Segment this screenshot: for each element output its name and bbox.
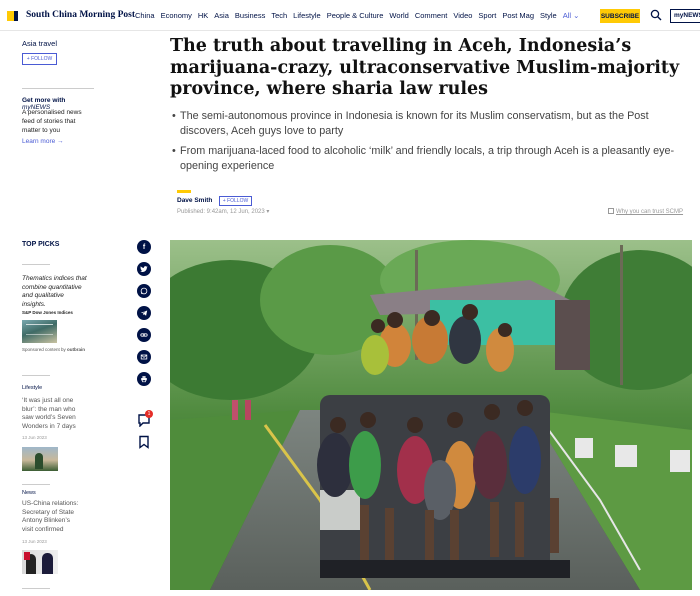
bookmark-icon[interactable] [137, 435, 151, 449]
facebook-icon[interactable]: f [137, 240, 151, 254]
nav-item[interactable]: World [389, 11, 408, 20]
author-follow-button[interactable]: + FOLLOW [219, 196, 252, 206]
sponsored-story-source: S&P Dow Jones Indices [22, 310, 73, 315]
story-title[interactable]: ‘It was just all one blur’: the man who … [22, 397, 82, 431]
site-logo[interactable]: South China Morning Post [26, 10, 135, 20]
whatsapp-icon[interactable] [137, 284, 151, 298]
email-icon[interactable] [137, 350, 151, 364]
top-picks-heading: TOP PICKS [22, 241, 60, 248]
nav-item[interactable]: China [135, 11, 155, 20]
nav-item[interactable]: HK [198, 11, 208, 20]
nav-all-menu[interactable]: All ⌄ [563, 11, 580, 20]
sponsored-story-title[interactable]: Thematics indices that combine quantitat… [22, 275, 88, 309]
story-date: 13 Jun 2023 [22, 539, 47, 544]
nav-item[interactable]: Asia [214, 11, 229, 20]
story-date: 13 Jun 2023 [22, 435, 47, 440]
sponsored-story-thumbnail[interactable] [22, 320, 57, 343]
article-summary: The semi-autonomous province in Indonesi… [172, 109, 697, 179]
summary-bullet: The semi-autonomous province in Indonesi… [172, 109, 697, 138]
nav-item[interactable]: Business [235, 11, 265, 20]
nav-item[interactable]: Comment [415, 11, 448, 20]
chevron-down-icon[interactable]: ▾ [266, 209, 269, 215]
summary-bullet: From marijuana-laced food to alcoholic ‘… [172, 144, 697, 173]
story-title[interactable]: US-China relations: Secretary of State A… [22, 500, 82, 534]
divider [22, 375, 50, 376]
comment-count-badge: 1 [145, 410, 153, 418]
article-headline: The truth about travelling in Aceh, Indo… [170, 36, 680, 99]
nav-item[interactable]: Tech [271, 11, 287, 20]
top-navigation: South China Morning Post China Economy HK A… [0, 0, 700, 31]
section-nav: China Economy HK Asia Business Tech Lifestyle P… [135, 11, 579, 20]
chevron-down-icon: ⌄ [571, 11, 580, 20]
telegram-icon[interactable] [137, 306, 151, 320]
sponsored-by: Sponsored content by outbrain [22, 347, 94, 352]
scmp-logo-icon[interactable] [7, 11, 18, 21]
nav-item[interactable]: Economy [161, 11, 192, 20]
mynews-promo-desc: A personalised news feed of stories that… [22, 109, 82, 134]
divider [22, 88, 94, 89]
published-text: Published: 9:42am, 12 Jun, 2023 [177, 209, 265, 215]
divider [22, 264, 50, 265]
nav-item[interactable]: Sport [478, 11, 496, 20]
divider [22, 588, 50, 589]
story-thumbnail[interactable] [22, 447, 58, 471]
section-label[interactable]: Asia travel [22, 39, 94, 48]
nav-all-label: All [562, 11, 572, 20]
search-icon[interactable] [650, 9, 662, 21]
story-category[interactable]: Lifestyle [22, 385, 94, 391]
nav-item[interactable]: Style [540, 11, 557, 20]
info-icon [608, 208, 614, 214]
nav-item[interactable]: Video [453, 11, 472, 20]
author-name[interactable]: Dave Smith [177, 197, 212, 204]
section-follow-button[interactable]: + FOLLOW [22, 53, 57, 65]
link-icon[interactable] [137, 328, 151, 342]
sponsored-label: Sponsored content by [22, 347, 66, 352]
promo-prefix: Get more with [22, 97, 66, 104]
story-thumbnail[interactable] [22, 550, 58, 574]
divider [22, 484, 50, 485]
nav-item[interactable]: Lifestyle [293, 11, 321, 20]
story-category[interactable]: News [22, 490, 94, 496]
twitter-icon[interactable] [137, 262, 151, 276]
published-date: Published: 9:42am, 12 Jun, 2023 ▾ [177, 208, 269, 215]
print-icon[interactable] [137, 372, 151, 386]
nav-item[interactable]: Post Mag [502, 11, 534, 20]
learn-more-link[interactable]: Learn more → [22, 138, 94, 145]
trust-text[interactable]: Why you can trust SCMP [616, 209, 683, 215]
article-hero-image [170, 240, 692, 590]
trust-link[interactable]: Why you can trust SCMP [608, 208, 683, 215]
nav-item[interactable]: People & Culture [327, 11, 384, 20]
author-accent [177, 190, 191, 193]
subscribe-button[interactable]: SUBSCRIBE [600, 9, 640, 23]
outbrain-logo[interactable]: outbrain [67, 347, 85, 352]
mynews-button[interactable]: myNEWS [670, 9, 700, 23]
